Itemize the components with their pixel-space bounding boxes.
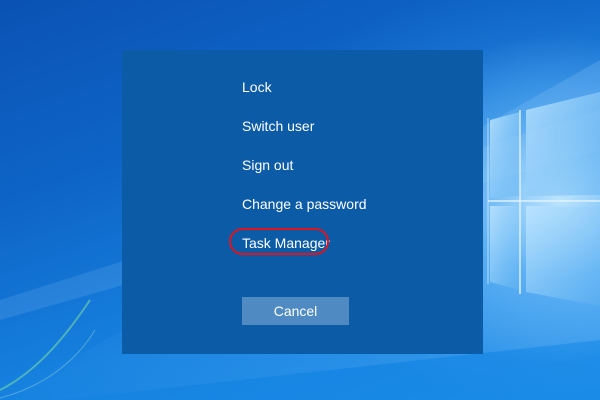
- security-options-panel: Lock Switch user Sign out Change a passw…: [122, 50, 483, 354]
- switch-user-option[interactable]: Switch user: [242, 117, 314, 135]
- sign-out-option[interactable]: Sign out: [242, 156, 293, 174]
- cancel-button[interactable]: Cancel: [242, 297, 349, 325]
- change-password-option[interactable]: Change a password: [242, 195, 367, 213]
- desktop-wallpaper: Lock Switch user Sign out Change a passw…: [0, 0, 600, 400]
- task-manager-highlight-annotation: [229, 228, 329, 255]
- lock-option[interactable]: Lock: [242, 78, 272, 96]
